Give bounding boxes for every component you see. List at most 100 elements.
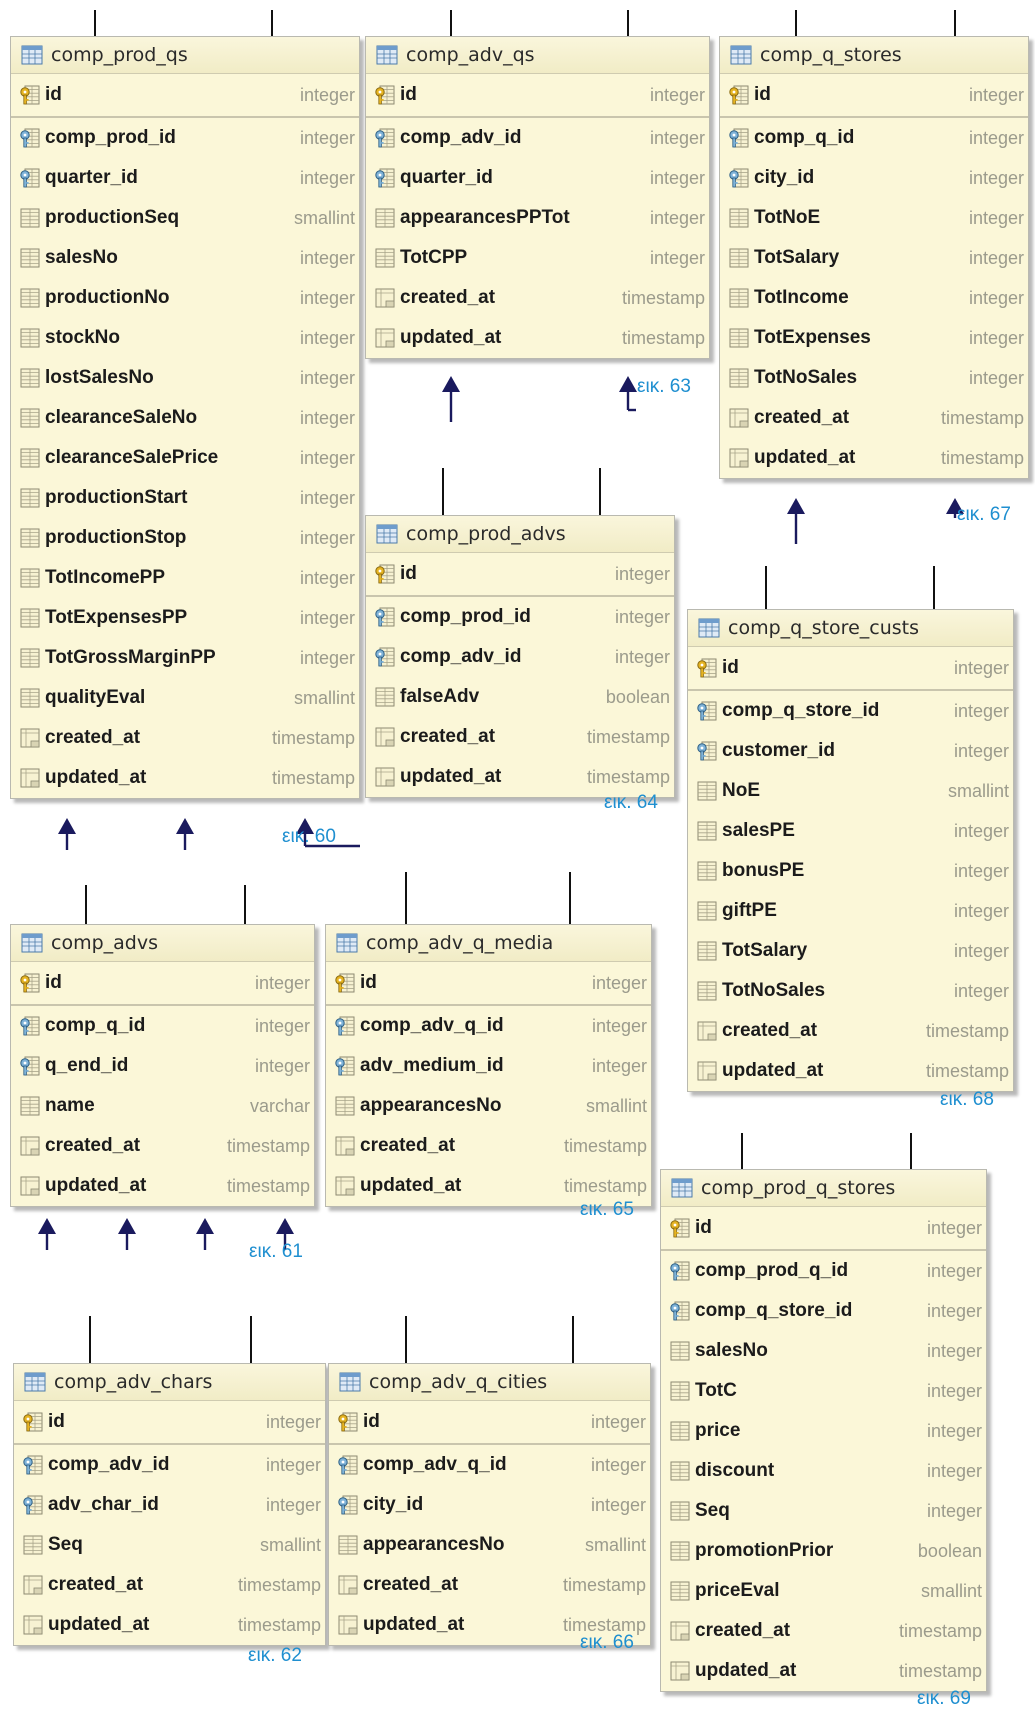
column-row[interactable]: TotExpensesPP integer (11, 598, 359, 638)
column-row[interactable]: salesPE integer (688, 811, 1013, 851)
column-row[interactable]: customer_id integer (688, 731, 1013, 771)
column-row[interactable]: updated_at timestamp (661, 1651, 986, 1691)
column-row[interactable]: salesNo integer (661, 1331, 986, 1371)
column-row[interactable]: appearancesPPTot integer (366, 198, 709, 238)
table-comp-adv-chars[interactable]: comp_adv_chars id integer comp_adv_id inte… (13, 1363, 326, 1646)
column-row[interactable]: lostSalesNo integer (11, 358, 359, 398)
column-row[interactable]: productionSeq smallint (11, 198, 359, 238)
column-row[interactable]: TotIncome integer (720, 278, 1028, 318)
column-row[interactable]: q_end_id integer (11, 1046, 314, 1086)
column-row[interactable]: quarter_id integer (366, 158, 709, 198)
column-row[interactable]: adv_medium_id integer (326, 1046, 651, 1086)
column-row[interactable]: quarter_id integer (11, 158, 359, 198)
column-row[interactable]: id integer (661, 1207, 986, 1251)
column-row[interactable]: TotIncomePP integer (11, 558, 359, 598)
column-row[interactable]: comp_adv_q_id integer (329, 1445, 650, 1485)
column-row[interactable]: TotC integer (661, 1371, 986, 1411)
column-row[interactable]: discount integer (661, 1451, 986, 1491)
column-row[interactable]: clearanceSaleNo integer (11, 398, 359, 438)
column-row[interactable]: id integer (11, 74, 359, 118)
column-row[interactable]: id integer (720, 74, 1028, 118)
column-row[interactable]: id integer (14, 1401, 325, 1445)
column-row[interactable]: NoE smallint (688, 771, 1013, 811)
column-row[interactable]: productionStop integer (11, 518, 359, 558)
column-row[interactable]: giftPE integer (688, 891, 1013, 931)
table-comp-adv-qs[interactable]: comp_adv_qs id integer comp_adv_id integer… (365, 36, 710, 359)
column-row[interactable]: comp_adv_q_id integer (326, 1006, 651, 1046)
column-row[interactable]: comp_prod_id integer (366, 597, 674, 637)
table-header[interactable]: comp_adv_q_media (326, 925, 651, 962)
table-header[interactable]: comp_q_store_custs (688, 610, 1013, 647)
column-row[interactable]: id integer (688, 647, 1013, 691)
column-row[interactable]: TotExpenses integer (720, 318, 1028, 358)
table-header[interactable]: comp_adv_qs (366, 37, 709, 74)
table-header[interactable]: comp_prod_qs (11, 37, 359, 74)
column-row[interactable]: id integer (366, 74, 709, 118)
column-row[interactable]: city_id integer (720, 158, 1028, 198)
column-row[interactable]: comp_prod_q_id integer (661, 1251, 986, 1291)
table-comp-adv-q-cities[interactable]: comp_adv_q_cities id integer comp_adv_q_i… (328, 1363, 651, 1646)
column-row[interactable]: comp_q_store_id integer (688, 691, 1013, 731)
column-row[interactable]: TotNoSales integer (720, 358, 1028, 398)
column-row[interactable]: id integer (326, 962, 651, 1006)
column-row[interactable]: bonusPE integer (688, 851, 1013, 891)
column-row[interactable]: id integer (11, 962, 314, 1006)
column-row[interactable]: id integer (329, 1401, 650, 1445)
table-header[interactable]: comp_prod_advs (366, 516, 674, 553)
column-row[interactable]: updated_at timestamp (688, 1051, 1013, 1091)
column-row[interactable]: updated_at timestamp (366, 757, 674, 797)
column-row[interactable]: price integer (661, 1411, 986, 1451)
table-header[interactable]: comp_adv_q_cities (329, 1364, 650, 1401)
table-comp-q-stores[interactable]: comp_q_stores id integer comp_q_id integer… (719, 36, 1029, 479)
column-row[interactable]: name varchar (11, 1086, 314, 1126)
column-row[interactable]: created_at timestamp (366, 278, 709, 318)
column-row[interactable]: clearanceSalePrice integer (11, 438, 359, 478)
column-row[interactable]: TotSalary integer (688, 931, 1013, 971)
column-row[interactable]: created_at timestamp (326, 1126, 651, 1166)
column-row[interactable]: updated_at timestamp (11, 1166, 314, 1206)
column-row[interactable]: Seq integer (661, 1491, 986, 1531)
column-row[interactable]: TotGrossMarginPP integer (11, 638, 359, 678)
column-row[interactable]: updated_at timestamp (11, 758, 359, 798)
column-row[interactable]: created_at timestamp (366, 717, 674, 757)
table-comp-advs[interactable]: comp_advs id integer comp_q_id integer q_e… (10, 924, 315, 1207)
column-row[interactable]: TotCPP integer (366, 238, 709, 278)
column-row[interactable]: Seq smallint (14, 1525, 325, 1565)
column-row[interactable]: comp_adv_id integer (366, 118, 709, 158)
column-row[interactable]: qualityEval smallint (11, 678, 359, 718)
column-row[interactable]: created_at timestamp (11, 718, 359, 758)
table-header[interactable]: comp_prod_q_stores (661, 1170, 986, 1207)
column-row[interactable]: falseAdv boolean (366, 677, 674, 717)
column-row[interactable]: id integer (366, 553, 674, 597)
column-row[interactable]: comp_q_store_id integer (661, 1291, 986, 1331)
table-header[interactable]: comp_advs (11, 925, 314, 962)
column-row[interactable]: created_at timestamp (688, 1011, 1013, 1051)
table-comp-prod-q-stores[interactable]: comp_prod_q_stores id integer comp_prod_q… (660, 1169, 987, 1692)
column-row[interactable]: productionStart integer (11, 478, 359, 518)
column-row[interactable]: TotNoSales integer (688, 971, 1013, 1011)
column-row[interactable]: comp_q_id integer (720, 118, 1028, 158)
column-row[interactable]: updated_at timestamp (720, 438, 1028, 478)
table-comp-q-store-custs[interactable]: comp_q_store_custs id integer comp_q_stor… (687, 609, 1014, 1092)
column-row[interactable]: stockNo integer (11, 318, 359, 358)
column-row[interactable]: updated_at timestamp (366, 318, 709, 358)
column-row[interactable]: promotionPrior boolean (661, 1531, 986, 1571)
column-row[interactable]: created_at timestamp (720, 398, 1028, 438)
column-row[interactable]: created_at timestamp (661, 1611, 986, 1651)
column-row[interactable]: salesNo integer (11, 238, 359, 278)
table-comp-prod-qs[interactable]: comp_prod_qs id integer comp_prod_id integ… (10, 36, 360, 799)
column-row[interactable]: TotNoE integer (720, 198, 1028, 238)
table-header[interactable]: comp_adv_chars (14, 1364, 325, 1401)
column-row[interactable]: productionNo integer (11, 278, 359, 318)
column-row[interactable]: created_at timestamp (329, 1565, 650, 1605)
table-header[interactable]: comp_q_stores (720, 37, 1028, 74)
column-row[interactable]: comp_q_id integer (11, 1006, 314, 1046)
column-row[interactable]: appearancesNo smallint (326, 1086, 651, 1126)
table-comp-adv-q-media[interactable]: comp_adv_q_media id integer comp_adv_q_id… (325, 924, 652, 1207)
column-row[interactable]: comp_adv_id integer (366, 637, 674, 677)
column-row[interactable]: city_id integer (329, 1485, 650, 1525)
column-row[interactable]: comp_adv_id integer (14, 1445, 325, 1485)
table-comp-prod-advs[interactable]: comp_prod_advs id integer comp_prod_id int… (365, 515, 675, 798)
column-row[interactable]: comp_prod_id integer (11, 118, 359, 158)
column-row[interactable]: priceEval smallint (661, 1571, 986, 1611)
